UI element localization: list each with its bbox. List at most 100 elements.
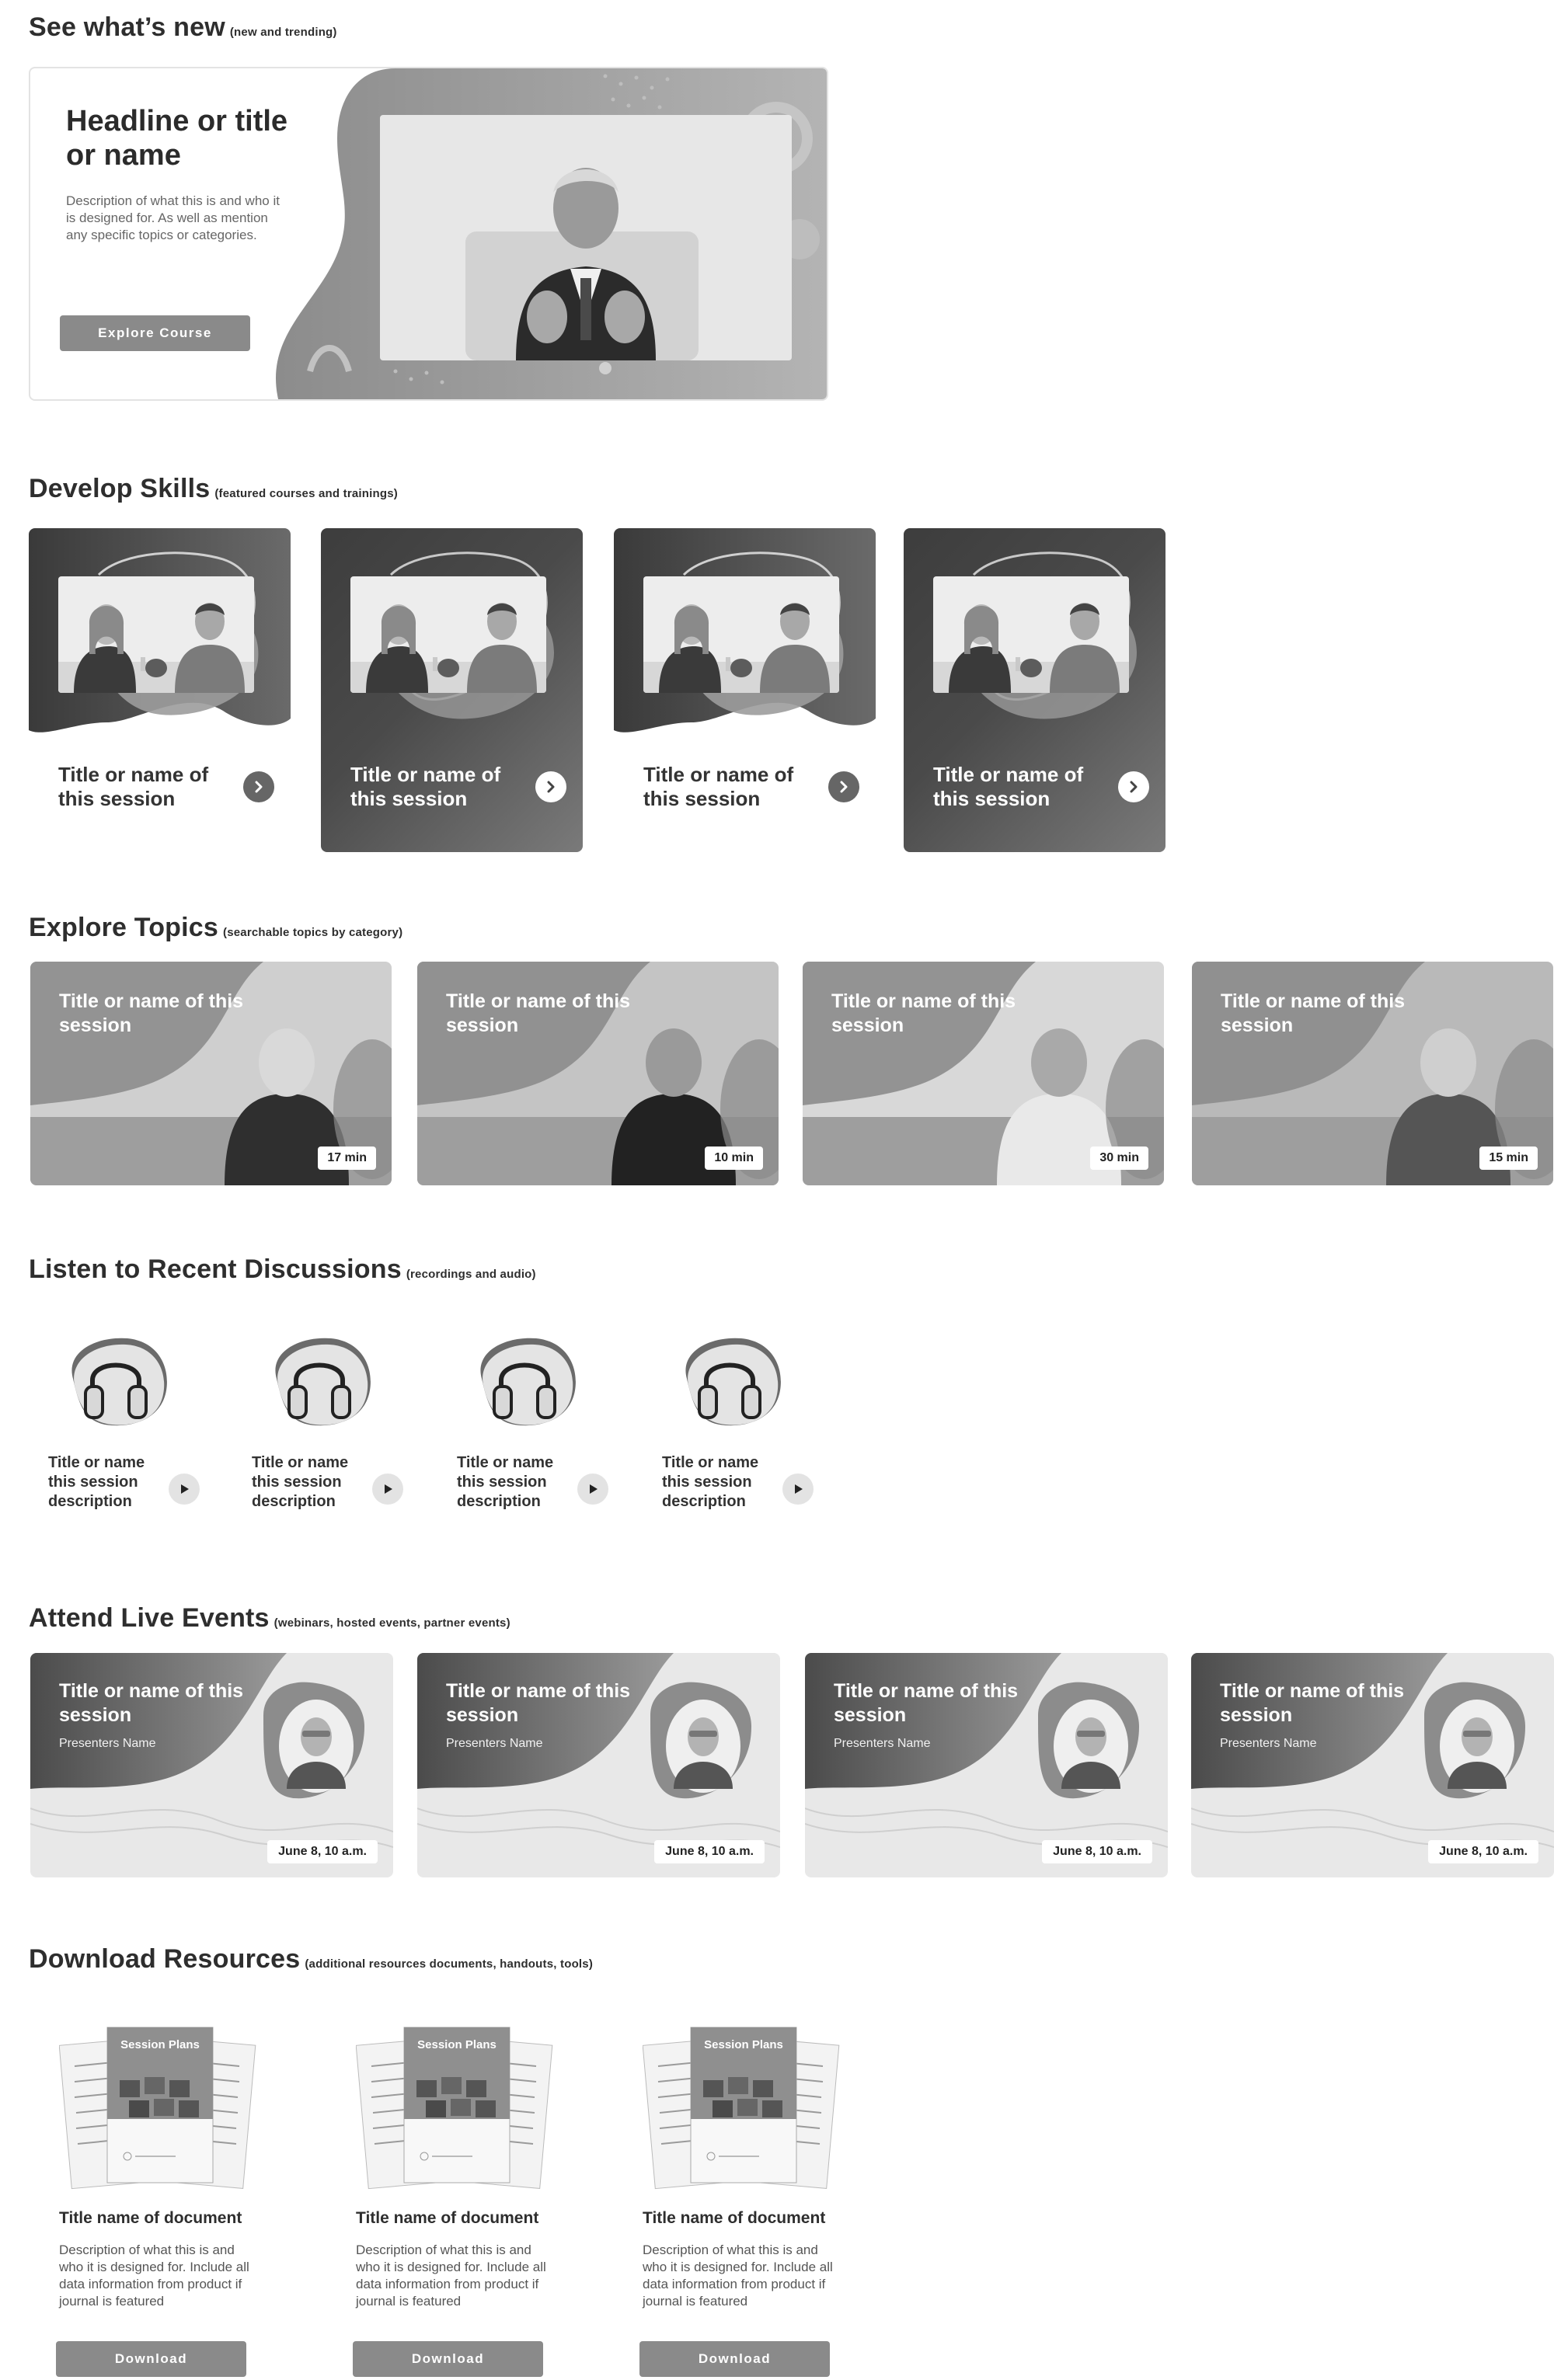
section-subtitle: (searchable topics by category) [223,926,403,939]
skill-session-card[interactable]: Title or name of this session [29,528,291,852]
headphones-icon [71,1338,167,1426]
event-title: Title or name of this session [834,1680,1019,1726]
live-event-card[interactable]: Title or name of this session Presenters… [1191,1653,1554,1877]
topic-card[interactable]: Title or name of this session 30 min [803,962,1164,1185]
session-title: Title or name of this session [643,763,794,810]
audio-title: Title or name this session description [457,1454,554,1510]
document-title: Title name of document [643,2209,826,2227]
section-title-text: See what’s new [29,12,225,42]
audio-title: Title or name this session description [48,1454,145,1510]
skill-session-card[interactable]: Title or name of this session [614,528,876,852]
document-title: Title name of document [356,2209,539,2227]
chevron-right-icon [255,781,263,793]
section-title-listen: Listen to Recent Discussions (recordings … [29,1254,536,1285]
topic-card[interactable]: Title or name of this session 15 min [1192,962,1553,1185]
audio-discussion-card[interactable]: Title or name this session description [48,1332,204,1534]
play-button[interactable] [782,1474,814,1505]
play-icon [181,1484,189,1494]
session-photo [350,576,546,693]
section-subtitle: (additional resources documents, handout… [305,1957,594,1971]
document-description: Description of what this is and who it i… [356,2243,546,2309]
duration-badge: 15 min [1479,1147,1538,1170]
topic-title: Title or name of this session [59,990,244,1036]
play-button[interactable] [577,1474,608,1505]
presenter-name: Presenters Name [1220,1737,1317,1750]
topic-title: Title or name of this session [831,990,1016,1036]
headphones-icon [275,1338,371,1426]
session-photo [643,576,839,693]
duration-badge: 17 min [318,1147,376,1170]
hero-headline: Headline or title or name [66,105,288,172]
presenter-name: Presenters Name [59,1737,156,1750]
session-photo [58,576,254,693]
presenter-photo [380,115,792,360]
document-description: Description of what this is and who it i… [643,2243,833,2309]
document-title: Title name of document [59,2209,242,2227]
audio-discussion-card[interactable]: Title or name this session description [662,1332,817,1534]
section-subtitle: (new and trending) [229,26,337,39]
play-icon [385,1484,392,1494]
session-title: Title or name of this session [58,763,209,810]
section-title-text: Attend Live Events [29,1603,270,1633]
session-thumbnail[interactable] [933,576,1129,693]
section-title-resources: Download Resources (additional resources … [29,1944,593,1975]
section-title-whats-new: See what’s new (new and trending) [29,12,337,43]
chevron-right-icon [840,781,848,793]
audio-discussion-card[interactable]: Title or name this session description [252,1332,407,1534]
play-icon [590,1484,598,1494]
topic-title: Title or name of this session [446,990,631,1036]
section-title-develop-skills: Develop Skills (featured courses and trai… [29,474,398,504]
featured-hero-card[interactable]: Headline or title or name Description of… [29,67,828,401]
skill-session-card[interactable]: Title or name of this session [321,528,583,852]
session-thumbnail[interactable] [350,576,546,693]
next-arrow-button[interactable] [1118,771,1149,802]
section-title-text: Listen to Recent Discussions [29,1254,402,1284]
presenter-name: Presenters Name [446,1737,543,1750]
event-title: Title or name of this session [1220,1680,1405,1726]
resource-document-card[interactable]: Session Plans Title name of document Des… [353,2020,573,2380]
section-subtitle: (webinars, hosted events, partner events… [274,1616,510,1630]
next-arrow-button[interactable] [828,771,859,802]
live-event-card[interactable]: Title or name of this session Presenters… [417,1653,780,1877]
section-title-text: Explore Topics [29,913,219,942]
event-title: Title or name of this session [446,1680,631,1726]
presenter-name: Presenters Name [834,1737,931,1750]
play-icon [795,1484,803,1494]
topic-card[interactable]: Title or name of this session 10 min [417,962,779,1185]
download-button[interactable]: Download [56,2341,246,2377]
play-button[interactable] [169,1474,200,1505]
play-button[interactable] [372,1474,403,1505]
session-thumbnail[interactable] [58,576,254,693]
live-event-card[interactable]: Title or name of this session Presenters… [805,1653,1168,1877]
section-subtitle: (featured courses and trainings) [214,487,398,500]
duration-badge: 10 min [705,1147,763,1170]
session-title: Title or name of this session [350,763,501,810]
live-event-card[interactable]: Title or name of this session Presenters… [30,1653,393,1877]
session-thumbnail[interactable] [643,576,839,693]
topic-card[interactable]: Title or name of this session 17 min [30,962,392,1185]
headphones-icon [480,1338,576,1426]
resource-document-card[interactable]: Session Plans Title name of document Des… [56,2020,277,2380]
document-cover-title: Session Plans [417,2038,497,2051]
event-date-badge: June 8, 10 a.m. [267,1840,378,1863]
chevron-right-icon [547,781,555,793]
explore-course-button[interactable]: Explore Course [60,315,250,351]
audio-title: Title or name this session description [662,1454,759,1510]
event-date-badge: June 8, 10 a.m. [654,1840,765,1863]
next-arrow-button[interactable] [243,771,274,802]
download-button[interactable]: Download [353,2341,543,2377]
document-cover-title: Session Plans [120,2038,200,2051]
next-arrow-button[interactable] [535,771,566,802]
section-title-text: Develop Skills [29,474,211,503]
skill-session-card[interactable]: Title or name of this session [904,528,1166,852]
section-title-explore-topics: Explore Topics (searchable topics by cate… [29,913,402,943]
hero-description: Description of what this is and who it i… [66,193,280,242]
section-subtitle: (recordings and audio) [406,1268,536,1281]
resource-document-card[interactable]: Session Plans Title name of document Des… [639,2020,860,2380]
audio-discussion-card[interactable]: Title or name this session description [457,1332,612,1534]
hero-video-thumbnail[interactable] [380,115,792,360]
duration-badge: 30 min [1090,1147,1148,1170]
session-title: Title or name of this session [933,763,1084,810]
download-button[interactable]: Download [639,2341,830,2377]
document-cover-title: Session Plans [704,2038,783,2051]
